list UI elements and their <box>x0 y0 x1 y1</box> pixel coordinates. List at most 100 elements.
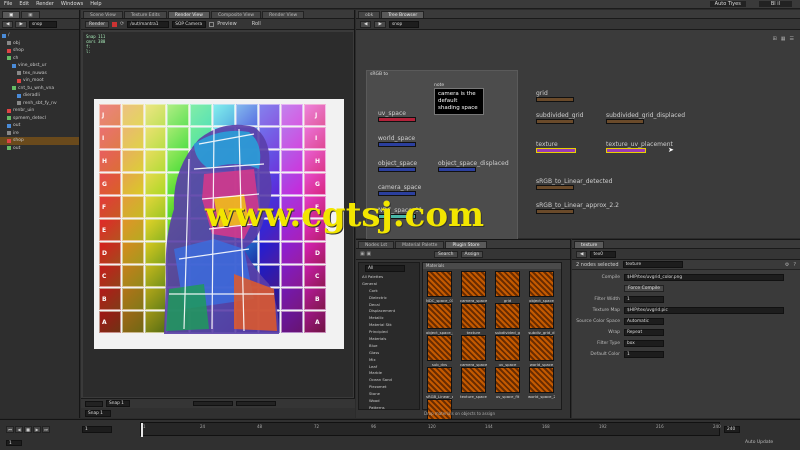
tree-row[interactable]: out <box>0 145 79 153</box>
network-path[interactable]: snop <box>388 20 419 28</box>
param-field[interactable]: Automatic <box>624 318 664 325</box>
first-frame-button[interactable]: ⏮ <box>6 426 14 433</box>
palette-category[interactable]: Metallic <box>359 315 419 322</box>
tree-row[interactable]: shop <box>0 47 79 55</box>
tab-render-view-2[interactable]: Render View <box>262 11 305 18</box>
palette-category[interactable]: Marble <box>359 370 419 377</box>
network-node[interactable]: object_space <box>378 160 417 172</box>
palette-category[interactable]: Displacement <box>359 308 419 315</box>
tab-composite-view[interactable]: Composite View <box>210 11 262 18</box>
network-node-body[interactable] <box>606 148 646 153</box>
material-swatch[interactable] <box>461 367 486 393</box>
tree-path[interactable]: snop <box>28 20 57 28</box>
last-frame-button[interactable]: ⏭ <box>42 426 50 433</box>
network-forward-button[interactable]: ▶ <box>374 20 386 28</box>
network-node-body[interactable] <box>606 119 644 124</box>
network-node-body[interactable] <box>378 142 416 147</box>
network-node[interactable]: NDC_space_01 <box>378 207 423 219</box>
snap-field[interactable]: Snap 1 <box>106 400 130 407</box>
tree-row[interactable]: tex_nuwas <box>0 70 79 78</box>
network-back-button[interactable]: ◀ <box>360 20 372 28</box>
network-node[interactable]: object_space_displaced <box>438 160 509 172</box>
palette-category[interactable]: Glass <box>359 350 419 357</box>
play-button[interactable]: ▶ <box>33 426 41 433</box>
palette-category[interactable]: All Palettes <box>359 274 419 281</box>
node-type-field[interactable]: texture <box>622 261 683 268</box>
gear-icon[interactable]: ⚙ <box>785 262 789 268</box>
end-frame-field[interactable]: 240 <box>724 426 740 433</box>
zoom-slider[interactable] <box>193 401 233 406</box>
palette-category[interactable]: Wood <box>359 398 419 405</box>
material-swatch[interactable] <box>495 271 520 297</box>
palette-category[interactable]: Dielectric <box>359 295 419 302</box>
timeline-track[interactable]: 1 24 48 72 96 120 144 168 192 216 240 <box>140 422 721 437</box>
network-node[interactable]: texture_uv_placement <box>606 141 673 153</box>
palette-category[interactable]: Piezomet <box>359 384 419 391</box>
material-swatch[interactable] <box>427 367 452 393</box>
search-button[interactable]: Search <box>434 250 458 258</box>
param-field[interactable]: $HIP/tex/uvgrid.pic <box>624 307 784 314</box>
palette-filter[interactable]: All <box>365 265 405 272</box>
material-swatch[interactable] <box>427 335 452 361</box>
network-node[interactable]: texture <box>536 141 576 153</box>
render-canvas[interactable]: Snap 111 cmrs 380 f: l: AABBCCDDEEFFGGHH… <box>83 32 353 397</box>
menu-file[interactable]: File <box>4 1 12 7</box>
network-node[interactable]: camera_space <box>378 184 421 196</box>
playhead[interactable] <box>141 423 143 437</box>
param-field[interactable]: $HIP/tex/uvgrid_color.png <box>624 274 784 281</box>
palette-category[interactable]: Decal <box>359 302 419 309</box>
stop-button[interactable]: ■ <box>24 426 32 433</box>
exposure-slider[interactable] <box>236 401 276 406</box>
menu-windows[interactable]: Windows <box>61 1 83 7</box>
network-node[interactable]: subdivided_grid_displaced <box>606 112 685 124</box>
tree-row[interactable]: renh_sbt_fy_nv <box>0 100 79 108</box>
palette-category[interactable]: Stone <box>359 391 419 398</box>
network-node[interactable]: sRGB_to_Linear_approx_2.2 <box>536 202 619 214</box>
tree-row[interactable]: dieradli <box>0 92 79 100</box>
network-node-body[interactable] <box>438 167 476 172</box>
tab-obk[interactable]: obk <box>358 11 381 18</box>
tab-tree-browser[interactable]: Tree Browser <box>381 11 425 18</box>
prev-frame-button[interactable]: ◀ <box>15 426 23 433</box>
palette-category[interactable]: Principled <box>359 329 419 336</box>
network-node-body[interactable] <box>378 214 416 219</box>
material-swatch[interactable] <box>529 335 554 361</box>
palette-category[interactable]: Cork <box>359 288 419 295</box>
tab-texture-edits[interactable]: Texture Edits <box>123 11 167 18</box>
material-swatch[interactable] <box>495 303 520 329</box>
palette-category[interactable]: General <box>359 281 419 288</box>
current-frame-field[interactable]: 1 <box>82 426 112 433</box>
tree-row[interactable]: renbr_uin <box>0 107 79 115</box>
material-swatch[interactable] <box>529 303 554 329</box>
menu-render[interactable]: Render <box>36 1 54 7</box>
palette-category[interactable]: Ocean Sand <box>359 377 419 384</box>
tree-row[interactable]: cnt_tu_wnh_vna <box>0 85 79 93</box>
material-swatch[interactable] <box>529 367 554 393</box>
material-swatch[interactable] <box>495 335 520 361</box>
material-swatch[interactable] <box>461 335 486 361</box>
material-swatch[interactable] <box>427 271 452 297</box>
display-options-icon[interactable] <box>85 400 103 407</box>
grid-tool-icon[interactable]: ⊞ <box>773 36 777 42</box>
desktop-selector[interactable]: Auto Tiyes <box>709 1 746 7</box>
camera-select[interactable]: SOP Camera <box>172 20 207 28</box>
palette-category[interactable]: Materials <box>359 336 419 343</box>
param-field[interactable]: 1 <box>624 296 664 303</box>
network-node-body[interactable] <box>536 209 574 214</box>
tab-scene-view[interactable]: Scene View <box>83 11 123 18</box>
camera-field[interactable]: /out/mantra1 <box>127 20 170 28</box>
preview-checkbox[interactable] <box>209 21 215 27</box>
palette-category[interactable]: Blue <box>359 343 419 350</box>
network-node-body[interactable] <box>378 167 416 172</box>
tab-tree[interactable]: ▣ <box>2 11 21 18</box>
menu-edit[interactable]: Edit <box>19 1 29 7</box>
material-swatch[interactable] <box>427 303 452 329</box>
material-swatch[interactable] <box>529 271 554 297</box>
force-compile-button[interactable]: Force Compile <box>624 285 665 292</box>
stop-icon[interactable] <box>112 21 118 27</box>
network-node-body[interactable] <box>536 97 574 102</box>
tab-texture[interactable]: texture <box>574 241 605 248</box>
network-node[interactable]: uv_space <box>378 110 416 122</box>
tab-nodes-list[interactable]: Nodes Lst <box>358 241 395 248</box>
auto-update-label[interactable]: Auto Update <box>745 440 773 445</box>
